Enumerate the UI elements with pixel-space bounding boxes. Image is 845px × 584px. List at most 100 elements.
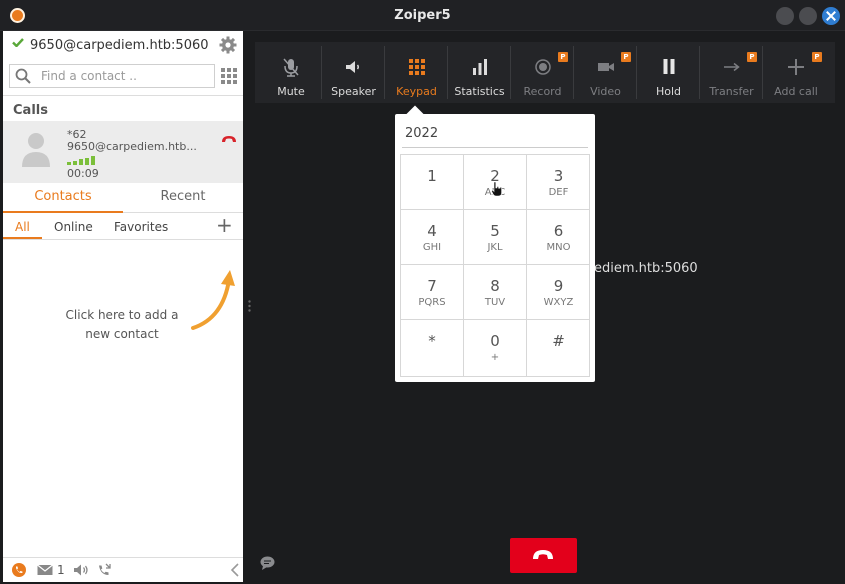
add-contact-icon[interactable]: +	[216, 215, 233, 235]
key-digit: 5	[490, 222, 500, 240]
key-5[interactable]: 5 JKL	[464, 210, 527, 265]
contact-filters: All Online Favorites +	[3, 214, 243, 240]
volume-icon[interactable]	[73, 563, 89, 577]
key-digit: 7	[427, 277, 437, 295]
key-letters: +	[490, 352, 500, 363]
tab-recent[interactable]: Recent	[123, 183, 243, 213]
key-digit: #	[552, 332, 565, 350]
account-status[interactable]: 9650@carpediem.htb:5060	[3, 31, 243, 59]
keypad-icon	[408, 59, 425, 75]
check-icon	[12, 38, 24, 47]
call-forward-icon[interactable]	[97, 563, 113, 577]
account-name: 9650@carpediem.htb:5060	[30, 38, 209, 53]
transfer-button[interactable]: P Transfer	[700, 42, 763, 103]
key-hash[interactable]: #	[527, 320, 590, 376]
gear-icon[interactable]	[219, 36, 237, 54]
key-7[interactable]: 7 PQRS	[401, 265, 464, 320]
key-digit: 8	[490, 277, 500, 295]
hangup-icon	[533, 550, 553, 559]
video-button[interactable]: P Video	[574, 42, 637, 103]
key-9[interactable]: 9 WXYZ	[527, 265, 590, 320]
record-label: Record	[523, 85, 562, 98]
transfer-icon	[723, 62, 740, 72]
speaker-label: Speaker	[331, 85, 376, 98]
left-footer: 1	[3, 557, 243, 582]
close-button[interactable]	[822, 7, 840, 25]
keypad-popup: 2022 1 2ABC 3DEF 4GHI 5JKL 6MNO 7PQRS 8T…	[395, 114, 595, 382]
calls-header: Calls	[3, 95, 243, 121]
key-3[interactable]: 3 DEF	[527, 155, 590, 210]
call-toolbar: Mute Speaker Keypad Statistics P Record …	[255, 42, 835, 103]
panel-splitter[interactable]	[248, 300, 251, 312]
chat-bubble-icon[interactable]	[260, 556, 275, 570]
dial-display[interactable]: 2022	[402, 126, 588, 148]
keypad-button[interactable]: Keypad	[385, 42, 448, 103]
message-count: 1	[57, 563, 65, 577]
key-digit: *	[428, 332, 436, 350]
mic-off-icon	[283, 58, 299, 77]
premium-badge: P	[747, 52, 757, 62]
key-star[interactable]: *	[401, 320, 464, 376]
add-contact-hint: Click here to add a new contact	[65, 308, 179, 341]
key-1[interactable]: 1	[401, 155, 464, 210]
search-input[interactable]: Find a contact ..	[41, 69, 137, 83]
video-icon	[597, 63, 614, 71]
premium-badge: P	[812, 52, 822, 62]
bar-chart-icon	[472, 59, 487, 75]
key-digit: 3	[553, 167, 564, 185]
hangup-icon[interactable]	[221, 135, 237, 143]
key-digit: 6	[553, 222, 564, 240]
filter-favorites[interactable]: Favorites	[114, 220, 168, 234]
plus-icon	[788, 59, 804, 75]
record-button[interactable]: P Record	[511, 42, 574, 103]
key-letters: JKL	[487, 242, 503, 253]
key-digit: 9	[553, 277, 564, 295]
key-0[interactable]: 0 +	[464, 320, 527, 376]
filter-active-underline	[3, 237, 42, 239]
transfer-label: Transfer	[709, 85, 754, 98]
filter-online[interactable]: Online	[54, 220, 93, 234]
call-account: 9650@carpediem.htb...	[67, 140, 197, 153]
active-call-item[interactable]: *62 9650@carpediem.htb... 00:09	[3, 121, 243, 183]
search-icon	[15, 68, 31, 84]
phone-icon[interactable]	[11, 563, 27, 577]
tab-contacts[interactable]: Contacts	[3, 183, 123, 213]
collapse-chevron-icon[interactable]	[230, 563, 240, 577]
search-box[interactable]: Find a contact ..	[9, 64, 215, 88]
key-digit: 4	[427, 222, 437, 240]
key-8[interactable]: 8 TUV	[464, 265, 527, 320]
mute-label: Mute	[277, 85, 305, 98]
statistics-label: Statistics	[454, 85, 505, 98]
speaker-icon	[345, 61, 359, 73]
window-title: Zoiper5	[394, 8, 451, 23]
key-4[interactable]: 4 GHI	[401, 210, 464, 265]
key-letters: PQRS	[418, 297, 446, 308]
premium-badge: P	[558, 52, 568, 62]
signal-strength-icon	[67, 156, 95, 165]
left-panel: 9650@carpediem.htb:5060 Find a contact .…	[3, 31, 243, 582]
key-digit: 1	[427, 167, 437, 185]
record-icon	[534, 59, 551, 75]
filter-all[interactable]: All	[15, 220, 30, 234]
hold-button[interactable]: Hold	[637, 42, 700, 103]
add-call-button[interactable]: P Add call	[763, 42, 829, 103]
minimize-button[interactable]	[776, 7, 794, 25]
title-bar: Zoiper5	[0, 0, 845, 31]
message-icon[interactable]	[37, 563, 53, 577]
hold-label: Hold	[655, 85, 682, 98]
statistics-button[interactable]: Statistics	[448, 42, 511, 103]
speaker-button[interactable]: Speaker	[322, 42, 385, 103]
hangup-button[interactable]	[510, 538, 577, 573]
dialpad-grid-icon[interactable]	[221, 68, 237, 84]
keypad-label: Keypad	[396, 85, 437, 98]
key-letters: DEF	[548, 187, 569, 198]
curved-arrow-icon	[191, 270, 235, 330]
maximize-button[interactable]	[799, 7, 817, 25]
zoiper-window: Zoiper5 9650@carpediem.htb:5060 Find a c…	[0, 0, 845, 584]
key-digit: 0	[490, 332, 500, 350]
hand-cursor-icon	[491, 181, 502, 197]
mute-button[interactable]: Mute	[260, 42, 322, 103]
pause-icon	[663, 59, 674, 74]
key-6[interactable]: 6 MNO	[527, 210, 590, 265]
add-call-label: Add call	[774, 85, 818, 98]
